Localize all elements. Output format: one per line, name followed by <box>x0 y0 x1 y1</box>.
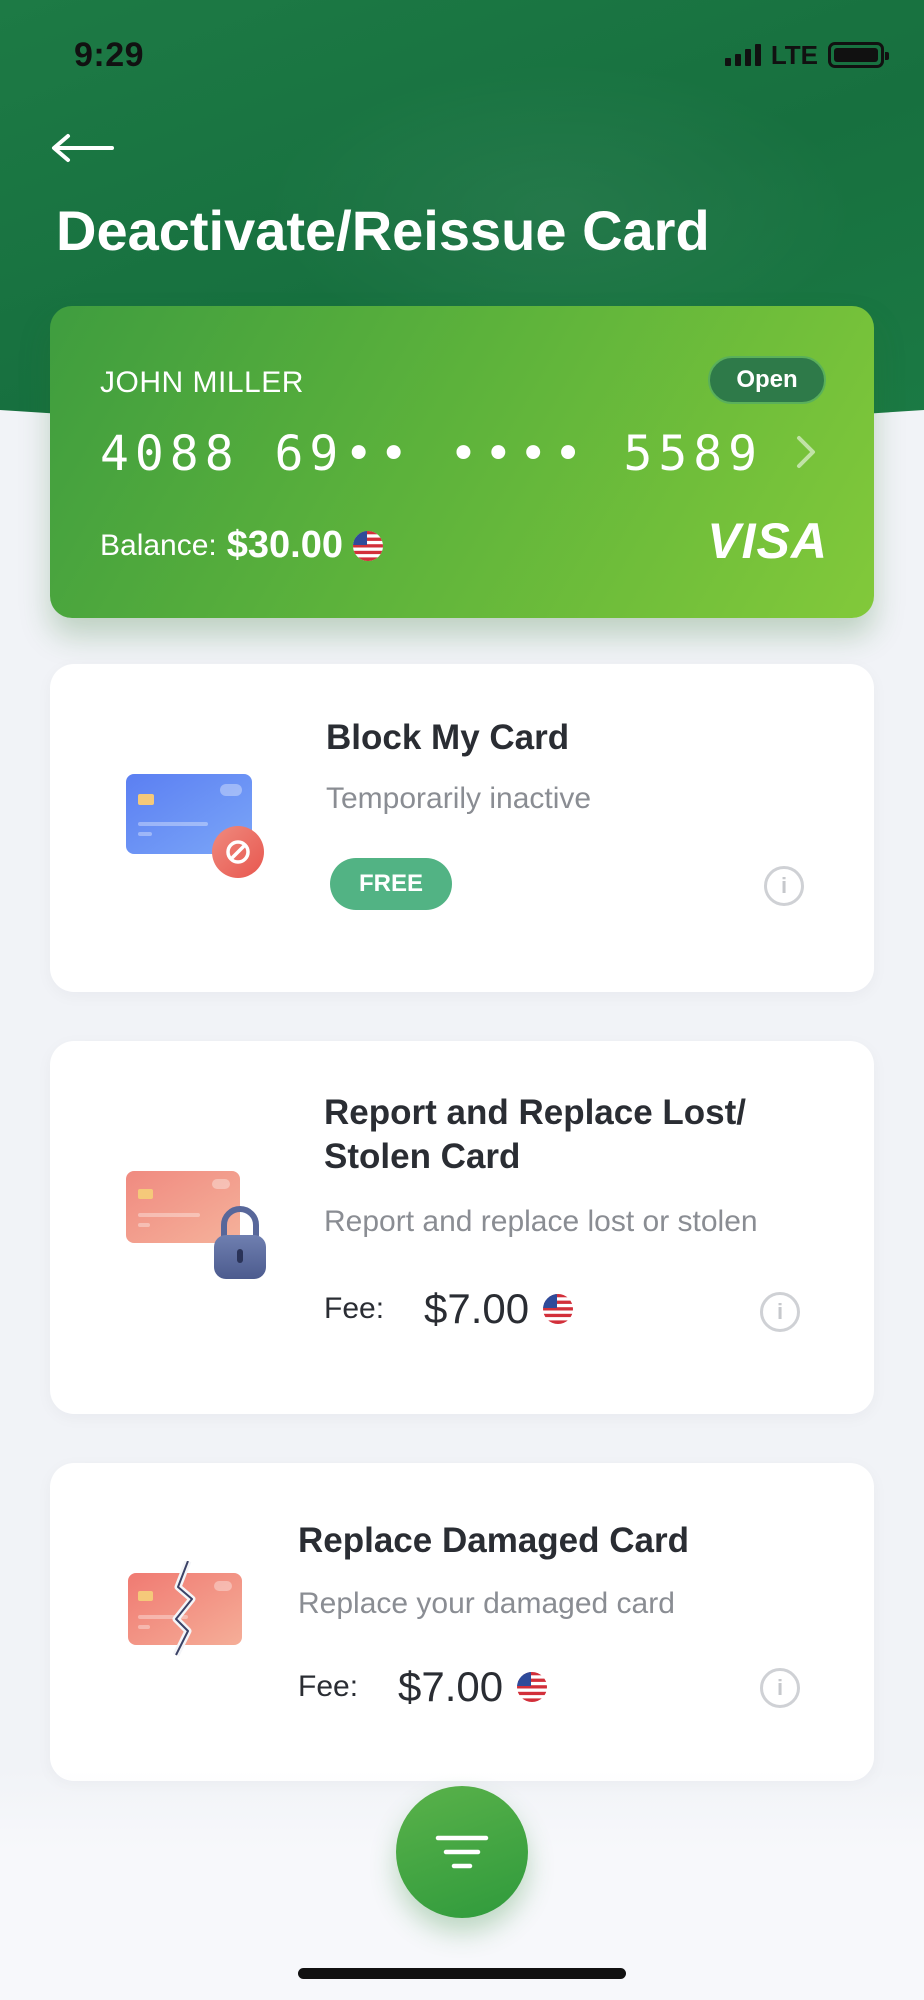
signal-icon <box>724 44 761 66</box>
fee-label: Fee: <box>324 1292 385 1325</box>
option-report-lost-stolen[interactable]: Report and Replace Lost/ Stolen Card Rep… <box>50 1041 874 1414</box>
damaged-card-icon <box>116 1559 266 1676</box>
fee-value: $7.00 <box>398 1663 504 1710</box>
info-icon[interactable]: i <box>764 866 804 906</box>
fee-value: $7.00 <box>424 1285 530 1332</box>
back-button[interactable] <box>50 126 120 170</box>
fee-label: Fee: <box>298 1670 359 1703</box>
back-arrow-icon <box>52 134 114 162</box>
home-indicator <box>298 1968 626 1979</box>
option-replace-damaged[interactable]: Replace Damaged Card Replace your damage… <box>50 1463 874 1781</box>
us-flag-icon <box>352 530 383 561</box>
card-brand-logo: VISA <box>707 513 828 569</box>
card-balance: Balance: $30.00 <box>100 524 383 567</box>
fee-row: Fee: $7.00 <box>298 1663 548 1711</box>
filter-icon <box>435 1835 489 1869</box>
network-label: LTE <box>770 39 818 70</box>
status-indicators: LTE <box>724 39 889 71</box>
option-title: Report and Replace Lost/ Stolen Card <box>324 1093 747 1176</box>
lock-card-icon <box>116 1157 266 1302</box>
free-badge: FREE <box>330 858 452 910</box>
option-subtitle: Report and replace lost or stolen <box>324 1205 758 1238</box>
card-holder-name: JOHN MILLER <box>100 366 304 399</box>
info-icon[interactable]: i <box>760 1668 800 1708</box>
battery-icon <box>828 42 889 68</box>
option-subtitle: Replace your damaged card <box>298 1587 675 1620</box>
fee-row: Fee: $7.00 <box>324 1285 574 1333</box>
status-time: 9:29 <box>74 35 145 74</box>
balance-label: Balance: <box>100 528 217 562</box>
status-bar: 9:29 LTE <box>0 0 924 110</box>
chevron-right-icon[interactable] <box>786 430 826 474</box>
option-title: Block My Card <box>326 718 570 757</box>
page-title: Deactivate/Reissue Card <box>56 199 710 262</box>
us-flag-icon <box>543 1294 574 1324</box>
card-number: 4088 69•• •••• 5589 <box>100 426 764 482</box>
option-title: Replace Damaged Card <box>298 1521 689 1560</box>
option-block-card[interactable]: Block My Card Temporarily inactive FREE … <box>50 664 874 992</box>
card-status-badge: Open <box>708 356 826 404</box>
filter-button[interactable] <box>396 1786 528 1918</box>
block-card-icon <box>116 760 266 895</box>
option-subtitle: Temporarily inactive <box>326 782 592 815</box>
us-flag-icon <box>517 1672 548 1702</box>
selected-card[interactable]: JOHN MILLER Open 4088 69•• •••• 5589 Bal… <box>50 306 874 618</box>
info-icon[interactable]: i <box>760 1292 800 1332</box>
balance-value: $30.00 <box>226 524 343 566</box>
